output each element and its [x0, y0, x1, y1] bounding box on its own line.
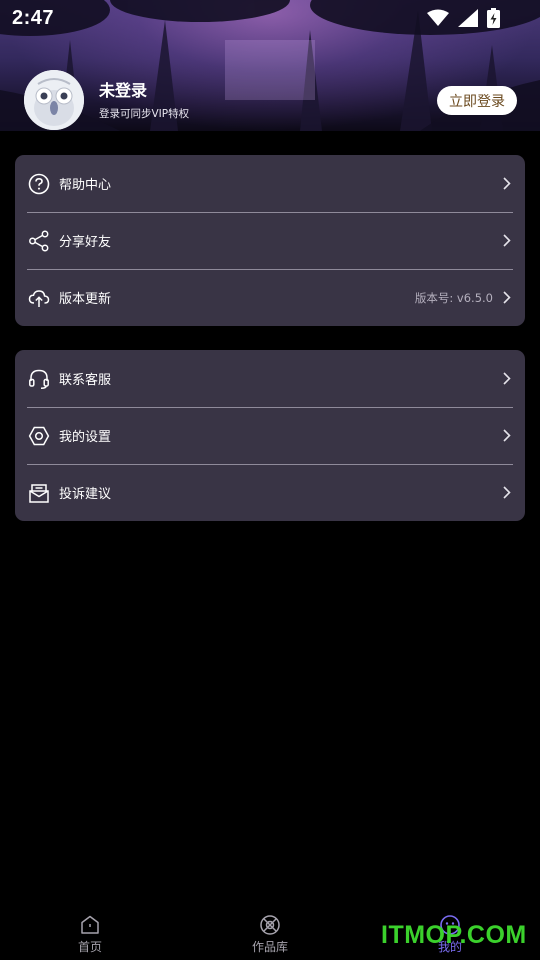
user-profile[interactable]: 未登录 登录可同步VIP特权: [24, 70, 189, 130]
menu-item-label: 版本更新: [59, 292, 112, 307]
profile-header: 2:47 未登录 登录可同步VIP特权 立即登录: [0, 0, 540, 131]
menu-item-label: 联系客服: [59, 373, 112, 388]
menu-item-label: 分享好友: [59, 235, 112, 250]
login-button[interactable]: 立即登录: [437, 86, 517, 115]
library-icon: [260, 915, 280, 935]
home-icon: [81, 915, 99, 934]
version-number: 版本号: v6.5.0: [414, 290, 493, 305]
wifi-icon: [427, 9, 449, 26]
status-time: 2:47: [12, 6, 55, 29]
tab-label: 首页: [77, 940, 102, 954]
site-watermark: ITMOP.COM: [381, 921, 527, 949]
menu-item-version-update[interactable]: 版本更新 版本号: v6.5.0: [15, 269, 525, 326]
chevron-right-icon: [503, 429, 511, 442]
battery-charging-icon: [487, 8, 500, 28]
menu-item-label: 投诉建议: [59, 487, 112, 502]
headset-icon: [28, 368, 50, 390]
chevron-right-icon: [503, 486, 511, 499]
owl-avatar-icon: [24, 70, 84, 130]
avatar[interactable]: [24, 70, 84, 130]
menu-item-customer-service[interactable]: 联系客服: [15, 350, 525, 407]
help-circle-icon: [28, 173, 50, 195]
settings-hexagon-icon: [28, 425, 50, 447]
user-subtitle: 登录可同步VIP特权: [99, 107, 190, 120]
menu-group-2: 联系客服 我的设置 投诉建议: [15, 350, 525, 521]
menu-item-label: 帮助中心: [59, 178, 112, 193]
menu-group-1: 帮助中心 分享好友 版本更新 版本号: v6.5.0: [15, 155, 525, 326]
signal-icon: [458, 9, 478, 27]
tab-library[interactable]: 作品库: [180, 905, 360, 960]
share-icon: [28, 230, 50, 252]
tab-label: 作品库: [251, 940, 288, 954]
chevron-right-icon: [503, 291, 511, 304]
status-bar: 2:47: [0, 0, 540, 36]
menu-item-feedback[interactable]: 投诉建议: [15, 464, 525, 521]
menu-item-my-settings[interactable]: 我的设置: [15, 407, 525, 464]
chevron-right-icon: [503, 234, 511, 247]
upload-cloud-icon: [28, 287, 50, 309]
menu-item-label: 我的设置: [59, 430, 112, 445]
user-name: 未登录: [99, 80, 148, 100]
tab-home[interactable]: 首页: [0, 905, 180, 960]
menu-item-share-friends[interactable]: 分享好友: [15, 212, 525, 269]
feedback-inbox-icon: [28, 482, 50, 504]
menu-item-help-center[interactable]: 帮助中心: [15, 155, 525, 212]
chevron-right-icon: [503, 177, 511, 190]
chevron-right-icon: [503, 372, 511, 385]
